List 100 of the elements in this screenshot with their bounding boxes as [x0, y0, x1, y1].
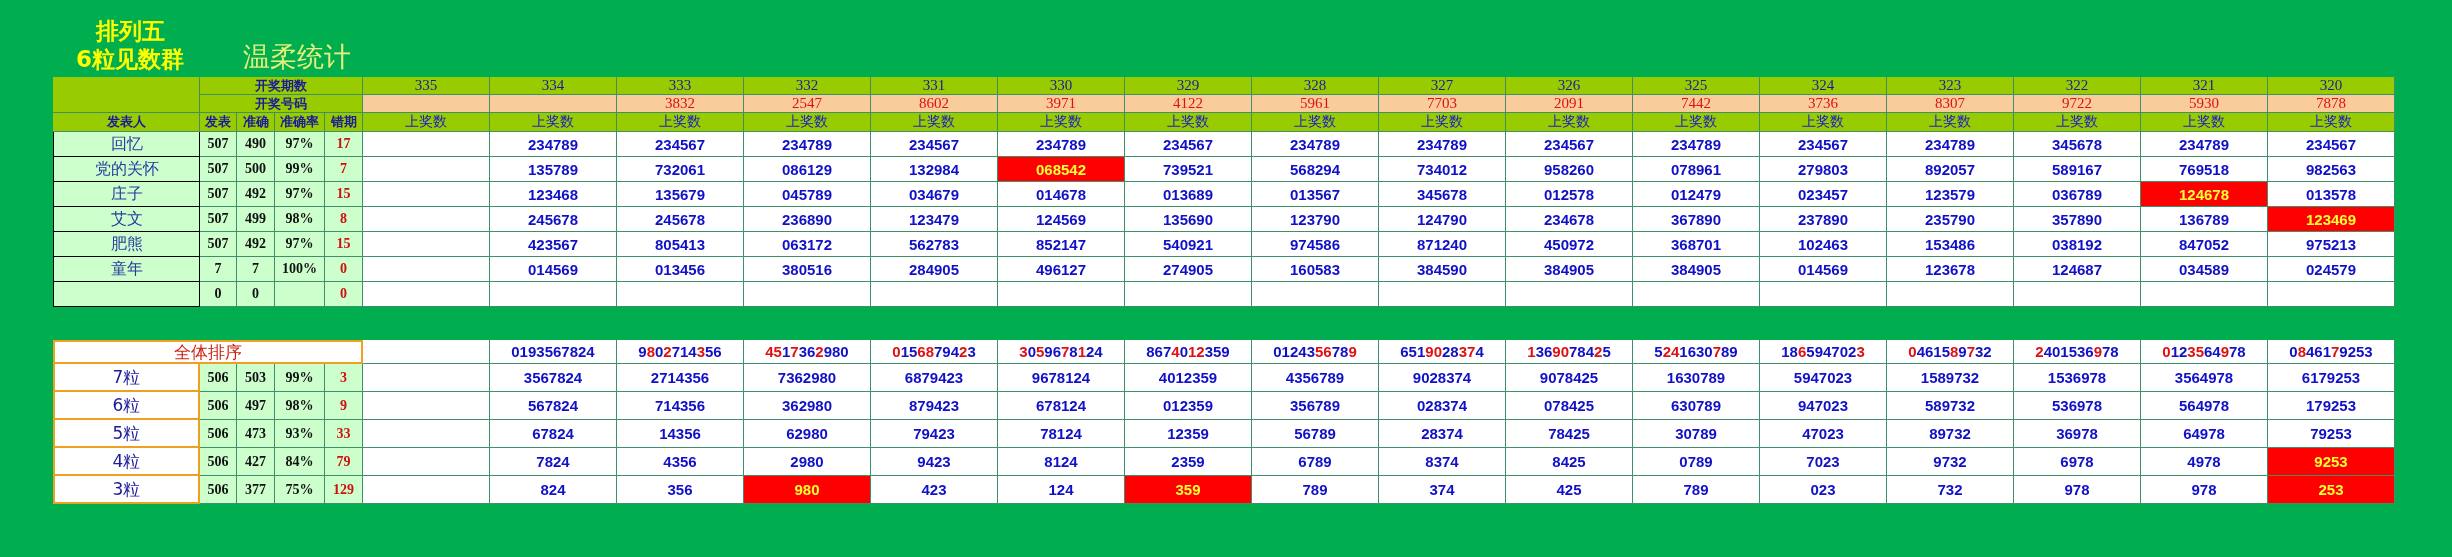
pick-cell: 847052 — [2141, 232, 2268, 257]
pick-cell: 234567 — [2268, 132, 2395, 157]
miss-count: 9 — [325, 392, 363, 420]
miss-count: 7 — [325, 157, 363, 182]
pick-cell: 562783 — [871, 232, 998, 257]
sheet-subtitle: 6粒见数群 — [76, 45, 184, 73]
ranking-cell: 0461589732 — [1887, 340, 2014, 364]
ranking-cell: 2401536978 — [2014, 340, 2141, 364]
pick-cell: 496127 — [998, 257, 1125, 282]
period-number: 327 — [1379, 77, 1506, 95]
expert-name: 庄子 — [53, 182, 200, 207]
pick-cell: 947023 — [1760, 392, 1887, 420]
pick-cell: 086129 — [744, 157, 871, 182]
pick-cell: 160583 — [1252, 257, 1379, 282]
column-header: 上奖数 — [2268, 113, 2395, 132]
stat-cell: 503 — [237, 364, 275, 392]
pick-cell: 36978 — [2014, 420, 2141, 448]
column-header: 上奖数 — [490, 113, 617, 132]
pick-cell: 236890 — [744, 207, 871, 232]
ranking-cell: 5241630789 — [1633, 340, 1760, 364]
pick-cell: 253 — [2268, 476, 2395, 504]
column-header: 上奖数 — [1252, 113, 1379, 132]
period-number: 330 — [998, 77, 1125, 95]
pick-cell: 982563 — [2268, 157, 2395, 182]
group-name: 7粒 — [53, 364, 200, 392]
column-header: 上奖数 — [1125, 113, 1252, 132]
period-number: 334 — [490, 77, 617, 95]
pick-cell: 234567 — [1125, 132, 1252, 157]
group-name: 3粒 — [53, 476, 200, 504]
pick-cell: 871240 — [1379, 232, 1506, 257]
pick-cell: 423567 — [490, 232, 617, 257]
period-number: 333 — [617, 77, 744, 95]
pick-cell: 013456 — [617, 257, 744, 282]
pick-cell: 362980 — [744, 392, 871, 420]
pick-cell: 384905 — [1506, 257, 1633, 282]
pick-cell: 012578 — [1506, 182, 1633, 207]
pick-cell: 235790 — [1887, 207, 2014, 232]
stat-cell: 93% — [275, 420, 325, 448]
pick-cell: 068542 — [998, 157, 1125, 182]
period-number: 329 — [1125, 77, 1252, 95]
stat-cell: 84% — [275, 448, 325, 476]
pick-cell: 384590 — [1379, 257, 1506, 282]
pick-cell: 56789 — [1252, 420, 1379, 448]
column-header: 错期 — [325, 113, 363, 132]
miss-count: 0 — [325, 257, 363, 282]
pick-cell: 7023 — [1760, 448, 1887, 476]
column-header: 上奖数 — [1379, 113, 1506, 132]
pick-cell: 5947023 — [1760, 364, 1887, 392]
pick-cell: 123678 — [1887, 257, 2014, 282]
ranking-cell: 0846179253 — [2268, 340, 2395, 364]
ranking-cell: 4517362980 — [744, 340, 871, 364]
pick-cell: 9028374 — [1379, 364, 1506, 392]
pick-cell: 034589 — [2141, 257, 2268, 282]
pick-cell: 014569 — [1760, 257, 1887, 282]
pick-cell: 135690 — [1125, 207, 1252, 232]
period-number: 328 — [1252, 77, 1379, 95]
stat-cell: 99% — [275, 157, 325, 182]
pick-cell: 012359 — [1125, 392, 1252, 420]
ranking-cell: 0123564978 — [2141, 340, 2268, 364]
pick-cell: 123468 — [490, 182, 617, 207]
expert-name: 童年 — [53, 257, 200, 282]
stat-cell: 492 — [237, 232, 275, 257]
pick-cell: 234567 — [1506, 132, 1633, 157]
pick-cell: 739521 — [1125, 157, 1252, 182]
pick-cell: 4356789 — [1252, 364, 1379, 392]
stat-cell: 7 — [200, 257, 237, 282]
pick-cell: 024579 — [2268, 257, 2395, 282]
column-header: 发表 — [200, 113, 237, 132]
column-header: 发表人 — [53, 113, 200, 132]
stat-cell: 98% — [275, 392, 325, 420]
ranking-cell: 8674012359 — [1125, 340, 1252, 364]
pick-cell: 89732 — [1887, 420, 2014, 448]
miss-count: 8 — [325, 207, 363, 232]
miss-count: 0 — [325, 282, 363, 307]
pick-cell: 356789 — [1252, 392, 1379, 420]
pick-cell: 0789 — [1633, 448, 1760, 476]
pick-cell: 9678124 — [998, 364, 1125, 392]
column-header: 上奖数 — [617, 113, 744, 132]
pick-cell: 014569 — [490, 257, 617, 282]
pick-cell: 102463 — [1760, 232, 1887, 257]
stat-cell: 490 — [237, 132, 275, 157]
pick-cell: 023457 — [1760, 182, 1887, 207]
expert-name: 回忆 — [53, 132, 200, 157]
pick-cell: 284905 — [871, 257, 998, 282]
column-header: 上奖数 — [744, 113, 871, 132]
column-header: 准确率 — [275, 113, 325, 132]
ranking-cell: 6519028374 — [1379, 340, 1506, 364]
pick-cell: 038192 — [2014, 232, 2141, 257]
ranking-cell: 1369078425 — [1506, 340, 1633, 364]
pick-cell: 64978 — [2141, 420, 2268, 448]
period-number: 321 — [2141, 77, 2268, 95]
pick-cell: 345678 — [2014, 132, 2141, 157]
draw-number: 3736 — [1760, 95, 1887, 113]
pick-cell: 384905 — [1633, 257, 1760, 282]
stat-cell: 473 — [237, 420, 275, 448]
pick-cell: 30789 — [1633, 420, 1760, 448]
draw-number: 7442 — [1633, 95, 1760, 113]
pick-cell: 958260 — [1506, 157, 1633, 182]
pick-cell: 359 — [1125, 476, 1252, 504]
pick-cell: 279803 — [1760, 157, 1887, 182]
